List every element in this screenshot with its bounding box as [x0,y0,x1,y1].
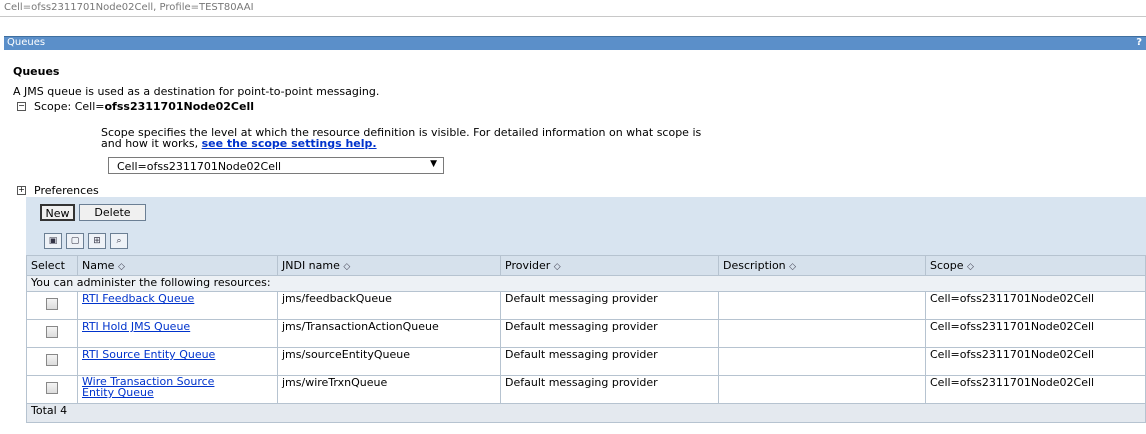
table-row: RTI Source Entity Queue jms/sourceEntity… [26,347,1146,376]
provider-cell: Default messaging provider [500,291,719,320]
new-button[interactable]: New [40,204,75,221]
scope-cell: Cell=ofss2311701Node02Cell [925,291,1146,320]
queue-name-link[interactable]: Wire Transaction Source Entity Queue [82,375,214,399]
table-row: RTI Hold JMS Queue jms/TransactionAction… [26,319,1146,348]
row-checkbox[interactable] [46,298,58,310]
scope-cell: Cell=ofss2311701Node02Cell [925,319,1146,348]
column-name[interactable]: Name ◇ [77,255,278,276]
context-label: Cell=ofss2311701Node02Cell, Profile=TEST… [4,2,254,13]
sort-icon[interactable]: ◇ [789,262,796,272]
description-cell [718,319,926,348]
scope-label: Scope: Cell=ofss2311701Node02Cell [34,100,254,113]
deselect-all-icon[interactable]: ▢ [66,233,84,249]
provider-cell: Default messaging provider [500,347,719,376]
total-row: Total 4 [26,403,1146,423]
jndi-cell: jms/wireTrxnQueue [277,375,501,404]
scope-value: ofss2311701Node02Cell [104,100,255,113]
row-checkbox[interactable] [46,354,58,366]
show-filter-icon[interactable]: ⊞ [88,233,106,249]
provider-cell: Default messaging provider [500,375,719,404]
scope-select-value: Cell=ofss2311701Node02Cell [117,160,282,173]
column-select: Select [26,255,78,276]
scope-settings-help-link[interactable]: see the scope settings help. [202,137,377,150]
column-description[interactable]: Description ◇ [718,255,926,276]
clear-filter-icon[interactable]: ⌕ [110,233,128,249]
table-icon-toolbar: ▣ ▢ ⊞ ⌕ [26,227,1146,255]
jndi-cell: jms/sourceEntityQueue [277,347,501,376]
column-scope[interactable]: Scope ◇ [925,255,1146,276]
sort-icon[interactable]: ◇ [343,262,350,272]
delete-button[interactable]: Delete [79,204,146,221]
action-toolbar: New Delete [26,197,1146,231]
portlet-title: Queues [7,37,46,48]
row-checkbox[interactable] [46,326,58,338]
portlet-title-bar: Queues ? [4,36,1146,50]
info-row: You can administer the following resourc… [26,275,1146,292]
scope-cell: Cell=ofss2311701Node02Cell [925,347,1146,376]
sort-icon[interactable]: ◇ [967,262,974,272]
queue-name-link[interactable]: RTI Feedback Queue [82,292,194,305]
queue-name-link[interactable]: RTI Hold JMS Queue [82,320,190,333]
scope-help-text-2: and how it works, see the scope settings… [101,137,377,150]
jndi-cell: jms/TransactionActionQueue [277,319,501,348]
queues-table: Select Name ◇ JNDI name ◇ Provider ◇ Des… [26,255,1146,423]
column-jndi[interactable]: JNDI name ◇ [277,255,501,276]
table-header: Select Name ◇ JNDI name ◇ Provider ◇ Des… [26,255,1146,276]
select-all-icon[interactable]: ▣ [44,233,62,249]
page-description: A JMS queue is used as a destination for… [13,85,380,98]
chevron-down-icon: ▼ [430,159,437,169]
table-row: Wire Transaction Source Entity Queue jms/… [26,375,1146,404]
sort-icon[interactable]: ◇ [554,262,561,272]
scope-cell: Cell=ofss2311701Node02Cell [925,375,1146,404]
context-bar: Cell=ofss2311701Node02Cell, Profile=TEST… [0,0,1146,17]
row-checkbox[interactable] [46,382,58,394]
info-text: You can administer the following resourc… [26,275,1146,292]
provider-cell: Default messaging provider [500,319,719,348]
description-cell [718,375,926,404]
scope-select[interactable]: Cell=ofss2311701Node02Cell ▼ [108,157,444,174]
sort-icon[interactable]: ◇ [118,262,125,272]
page-title: Queues [13,65,60,78]
table-row: RTI Feedback Queue jms/feedbackQueue Def… [26,291,1146,320]
total-text: Total 4 [26,403,1146,423]
description-cell [718,291,926,320]
collapse-scope-icon[interactable]: − [17,102,26,111]
column-provider[interactable]: Provider ◇ [500,255,719,276]
jndi-cell: jms/feedbackQueue [277,291,501,320]
expand-preferences-icon[interactable]: + [17,186,26,195]
description-cell [718,347,926,376]
help-icon[interactable]: ? [1136,37,1142,48]
preferences-label[interactable]: Preferences [34,184,99,197]
queue-name-link[interactable]: RTI Source Entity Queue [82,348,215,361]
